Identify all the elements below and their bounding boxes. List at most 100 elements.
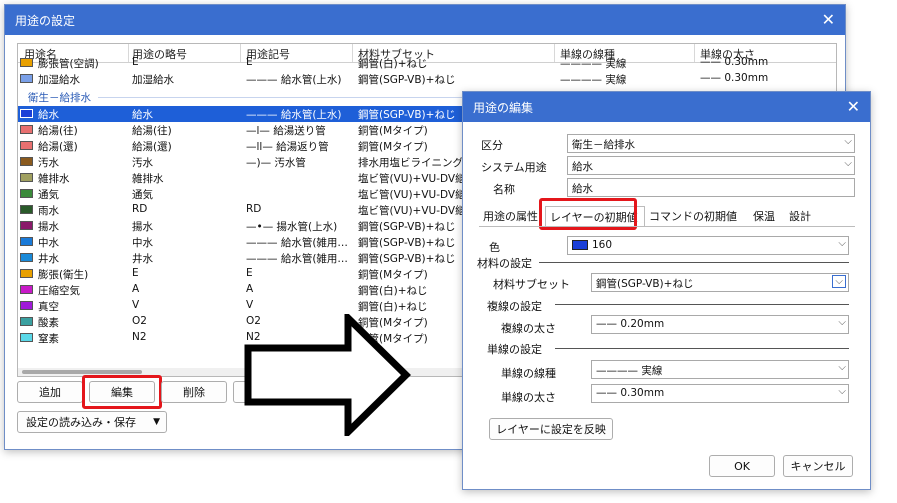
category-select[interactable]: 衛生－給排水 ⌵ bbox=[567, 134, 855, 153]
cell-sym: ——— 給水管(雑用… bbox=[246, 237, 348, 249]
color-swatch bbox=[20, 74, 33, 83]
cell-name: 窒素 bbox=[38, 333, 59, 345]
cell-name: 雑排水 bbox=[38, 173, 70, 185]
cell-name: 井水 bbox=[38, 253, 59, 265]
cell-sym: E bbox=[246, 267, 253, 279]
color-swatch bbox=[20, 317, 33, 326]
table-row[interactable]: 加湿給水 加湿給水 ——— 給水管(上水) 鋼管(SGP-VB)+ねじ ———— 実線 —… bbox=[18, 71, 836, 87]
chevron-down-icon: ⌵ bbox=[838, 238, 846, 249]
single-type-select[interactable]: ———— 実線 ⌵ bbox=[591, 360, 849, 379]
cell-abbr: 中水 bbox=[132, 237, 153, 249]
cell-mat: 塩ビ管(VU)+VU-DV継 bbox=[358, 205, 466, 217]
apply-to-layer-button[interactable]: レイヤーに設定を反映 bbox=[489, 418, 613, 440]
chevron-down-icon: ⌵ bbox=[832, 275, 846, 288]
name-label: 名称 bbox=[493, 183, 515, 196]
cell-name: 通気 bbox=[38, 189, 59, 201]
cell-name: 膨張管(空調) bbox=[38, 58, 99, 70]
tab-design[interactable]: 設計 bbox=[785, 206, 821, 226]
single-width-select[interactable]: —— 0.30mm ⌵ bbox=[591, 384, 849, 403]
color-swatch bbox=[20, 333, 33, 342]
double-width-label: 複線の太さ bbox=[501, 322, 556, 335]
tab-attributes[interactable]: 用途の属性 bbox=[479, 206, 545, 226]
single-width-value: —— 0.30mm bbox=[596, 387, 665, 399]
color-swatch bbox=[20, 205, 33, 214]
material-section-title: 材料の設定 bbox=[477, 257, 532, 270]
cell-abbr: A bbox=[132, 283, 140, 295]
cell-sym: —l— 給湯送り管 bbox=[246, 125, 326, 137]
cell-abbr: 雑排水 bbox=[132, 173, 164, 185]
color-swatch bbox=[20, 125, 33, 134]
system-label: システム用途 bbox=[481, 161, 547, 174]
material-value: 鋼管(SGP-VB)+ねじ bbox=[596, 278, 694, 290]
cell-sym: —)— 汚水管 bbox=[246, 157, 306, 169]
cell-name: 給湯(往) bbox=[38, 125, 78, 137]
cell-mat: 銅管(Mタイプ) bbox=[358, 141, 428, 153]
cell-mat: 銅管(Mタイプ) bbox=[358, 125, 428, 137]
system-select[interactable]: 給水 ⌵ bbox=[567, 156, 855, 175]
tab-insulation[interactable]: 保温 bbox=[749, 206, 785, 226]
category-label: 区分 bbox=[481, 139, 503, 152]
cell-abbr: 汚水 bbox=[132, 157, 153, 169]
chevron-down-icon: ▼ bbox=[153, 417, 160, 427]
color-swatch bbox=[20, 253, 33, 262]
color-value: 160 bbox=[592, 239, 613, 251]
title-bar: 用途の設定 ✕ bbox=[5, 5, 845, 35]
cell-abbr: E bbox=[132, 267, 139, 279]
section-divider bbox=[555, 304, 849, 305]
cell-name: 汚水 bbox=[38, 157, 59, 169]
cell-sym: E bbox=[246, 56, 253, 68]
cell-sym: ——— 給水管(上水) bbox=[246, 109, 342, 121]
scrollbar-thumb[interactable] bbox=[22, 370, 142, 374]
double-width-value: —— 0.20mm bbox=[596, 318, 665, 330]
double-width-select[interactable]: —— 0.20mm ⌵ bbox=[591, 315, 849, 334]
color-swatch bbox=[20, 109, 33, 118]
cell-name: 中水 bbox=[38, 237, 59, 249]
cell-sym: —•— 揚水管(上水) bbox=[246, 221, 338, 233]
color-select[interactable]: 160 ⌵ bbox=[567, 236, 849, 255]
cell-abbr: 井水 bbox=[132, 253, 153, 265]
chevron-down-icon: ⌵ bbox=[838, 386, 846, 397]
cell-ltype: ———— 実線 bbox=[560, 74, 627, 86]
cell-mat: 鋼管(白)+ねじ bbox=[358, 285, 428, 297]
cell-lw: —— 0.30mm bbox=[700, 72, 769, 84]
color-swatch bbox=[20, 173, 33, 182]
color-swatch bbox=[20, 237, 33, 246]
cell-mat: 鋼管(白)+ねじ bbox=[358, 58, 428, 70]
cell-mat: 塩ビ管(VU)+VU-DV継 bbox=[358, 173, 466, 185]
delete-button[interactable]: 削除 bbox=[161, 381, 227, 403]
cell-mat: 銅管(Mタイプ) bbox=[358, 269, 428, 281]
cell-abbr: 揚水 bbox=[132, 221, 153, 233]
cancel-button[interactable]: キャンセル bbox=[783, 455, 853, 477]
close-icon[interactable]: ✕ bbox=[847, 99, 860, 115]
material-select[interactable]: 鋼管(SGP-VB)+ねじ ⌵ bbox=[591, 273, 849, 292]
color-swatch bbox=[20, 157, 33, 166]
cell-mat: 鋼管(白)+ねじ bbox=[358, 301, 428, 313]
cell-abbr: RD bbox=[132, 203, 148, 215]
color-swatch bbox=[20, 189, 33, 198]
cell-sym: ——— 給水管(雑用… bbox=[246, 253, 348, 265]
cell-abbr: 給水 bbox=[132, 109, 153, 121]
highlight-box bbox=[82, 375, 162, 409]
material-label: 材料サブセット bbox=[493, 278, 570, 291]
chevron-down-icon: ⌵ bbox=[838, 317, 846, 328]
tab-command-defaults[interactable]: コマンドの初期値 bbox=[645, 206, 749, 226]
cell-abbr: N2 bbox=[132, 331, 147, 343]
cell-mat: 塩ビ管(VU)+VU-DV継 bbox=[358, 189, 466, 201]
load-save-label: 設定の読み込み・保存 bbox=[26, 416, 136, 429]
cell-lw: —— 0.30mm bbox=[700, 56, 769, 68]
name-input[interactable]: 給水 bbox=[567, 178, 855, 197]
window-title: 用途の設定 bbox=[15, 13, 76, 28]
cell-name: 給水 bbox=[38, 109, 59, 121]
cell-ltype: ———— 実線 bbox=[560, 58, 627, 70]
cell-abbr: E bbox=[132, 56, 139, 68]
category-value: 衛生－給排水 bbox=[572, 139, 635, 151]
table-row[interactable]: 膨張管(空調) E E 鋼管(白)+ねじ ———— 実線 —— 0.30mm bbox=[18, 55, 836, 71]
add-button[interactable]: 追加 bbox=[17, 381, 83, 403]
load-save-dropdown[interactable]: 設定の読み込み・保存 ▼ bbox=[17, 411, 167, 433]
cell-abbr: 通気 bbox=[132, 189, 153, 201]
color-swatch bbox=[20, 285, 33, 294]
close-icon[interactable]: ✕ bbox=[822, 12, 835, 28]
cell-abbr: O2 bbox=[132, 315, 147, 327]
chevron-down-icon: ⌵ bbox=[844, 136, 852, 147]
ok-button[interactable]: OK bbox=[709, 455, 775, 477]
